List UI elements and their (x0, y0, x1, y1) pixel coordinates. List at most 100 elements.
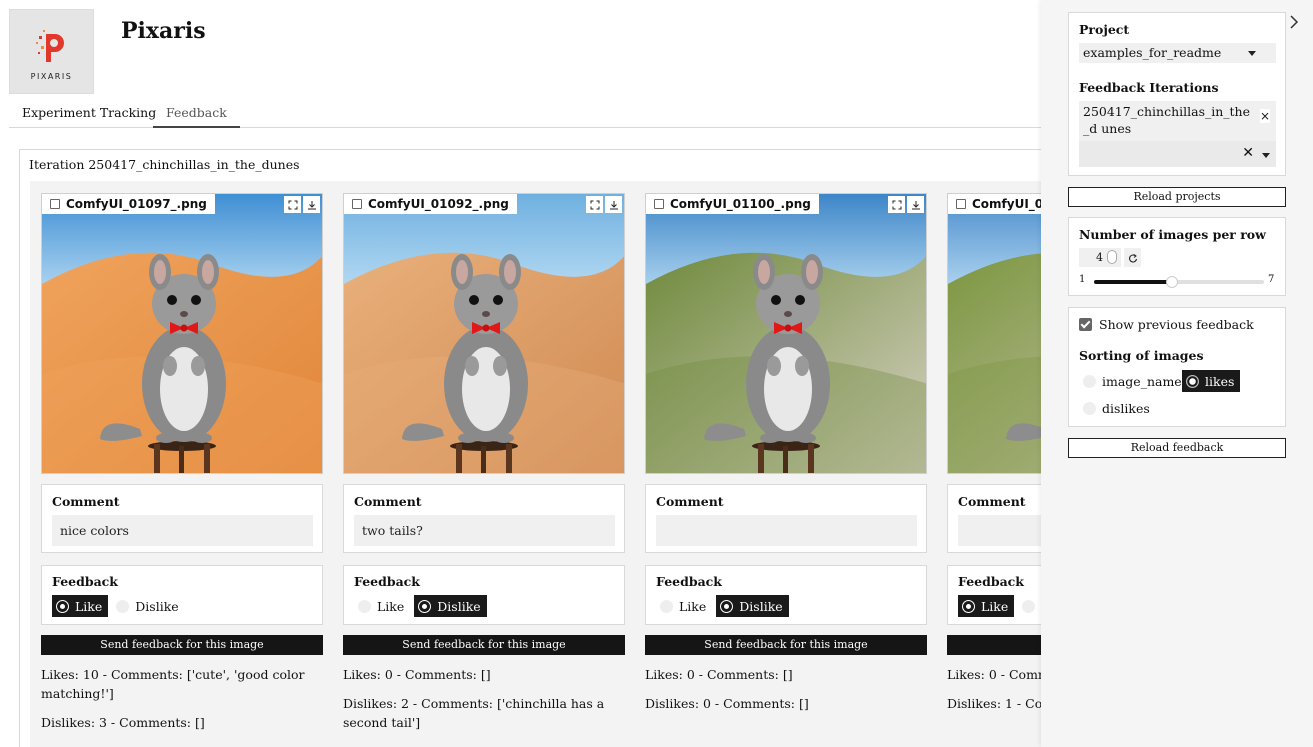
comment-label: Comment (656, 494, 724, 509)
display-options-box: Show previous feedback Sorting of images… (1068, 307, 1286, 427)
send-feedback-button[interactable]: Send feedback for this image (343, 635, 625, 655)
comment-input[interactable] (656, 515, 917, 546)
radio-icon (720, 599, 734, 613)
send-feedback-button[interactable]: Send feedback for this image (41, 635, 323, 655)
app-title: Pixaris (121, 18, 206, 44)
image-filename: ComfyUI_01100_.png (670, 197, 811, 211)
pixaris-logo-icon (36, 30, 64, 62)
likes-summary: Likes: 10 - Comments: ['cute', 'good col… (41, 667, 305, 701)
images-per-row-label: Number of images per row (1079, 227, 1266, 242)
feedback-label: Feedback (52, 574, 118, 589)
logo-text: PIXARIS (30, 72, 73, 81)
image-toolbar (586, 196, 622, 213)
image-icon (50, 199, 60, 209)
comment-label: Comment (958, 494, 1026, 509)
chinchilla-image (42, 194, 322, 473)
iterations-multiselect[interactable]: 250417_chinchillas_in_the_d unes × ✕ (1079, 101, 1276, 167)
slider-fill (1094, 280, 1173, 284)
images-per-row-slider[interactable] (1094, 276, 1264, 288)
send-feedback-button[interactable]: Send feedback for this image (645, 635, 927, 655)
radio-icon (358, 599, 371, 613)
like-radio[interactable]: Like (354, 595, 410, 617)
generated-image[interactable]: ComfyUI_01092_.png (343, 193, 625, 474)
dislike-radio[interactable]: Dislike (112, 595, 184, 617)
comment-label: Comment (354, 494, 422, 509)
tab-bar: Experiment Tracking Feedback (9, 104, 1041, 128)
dislike-label: Dislike (739, 598, 783, 614)
image-filename: ComfyUI_01092_.png (368, 197, 509, 211)
images-per-row-box: Number of images per row 4 1 7 (1068, 217, 1286, 296)
dislike-radio[interactable]: Dislike (716, 595, 789, 617)
show-previous-checkbox[interactable] (1079, 318, 1092, 331)
dislikes-summary: Dislikes: 2 - Comments: ['chinchilla has… (343, 696, 605, 730)
image-icon (654, 199, 664, 209)
sidebar: Project examples_for_readme Feedback Ite… (1041, 0, 1313, 747)
iteration-title: Iteration 250417_chinchillas_in_the_dune… (29, 157, 300, 172)
like-label: Like (75, 598, 103, 614)
sort-option-label: image_name (1102, 373, 1182, 389)
like-radio[interactable]: Like (52, 595, 109, 617)
download-icon[interactable] (303, 196, 320, 213)
image-filename-label: ComfyUI_01100_.png (646, 194, 819, 214)
generated-image[interactable]: ComfyUI_01100_.png (645, 193, 927, 474)
sort-option-image-name[interactable]: image_name (1079, 370, 1188, 392)
image-icon (956, 199, 966, 209)
feedback-label: Feedback (958, 574, 1024, 589)
radio-icon (56, 599, 69, 613)
chevron-down-icon (1248, 51, 1256, 56)
comment-input[interactable] (354, 515, 615, 546)
sort-option-label: dislikes (1102, 400, 1150, 416)
feedback-box: Feedback Like Dislike (41, 565, 323, 625)
project-label: Project (1079, 22, 1130, 37)
slider-min-label: 1 (1079, 274, 1086, 285)
feedback-label: Feedback (354, 574, 420, 589)
fullscreen-icon[interactable] (284, 196, 301, 213)
slider-thumb[interactable] (1166, 276, 1179, 288)
tab-feedback[interactable]: Feedback (153, 104, 240, 128)
comment-input[interactable] (52, 515, 313, 546)
download-icon[interactable] (907, 196, 924, 213)
download-icon[interactable] (605, 196, 622, 213)
feedback-box: Feedback Like Dislike (343, 565, 625, 625)
likes-summary: Likes: 0 - Comments: [] (645, 667, 793, 682)
comment-box: Comment (343, 484, 625, 553)
show-previous-label: Show previous feedback (1099, 317, 1254, 332)
chevron-down-icon (1262, 153, 1270, 158)
collapse-sidebar-icon[interactable] (1287, 12, 1301, 32)
like-radio[interactable]: Like (656, 595, 712, 617)
reload-feedback-button[interactable]: Reload feedback (1068, 438, 1286, 458)
project-box: Project examples_for_readme Feedback Ite… (1068, 12, 1286, 176)
sort-option-likes[interactable]: likes (1182, 370, 1241, 392)
feedback-box: Feedback Like Dislike (645, 565, 927, 625)
image-toolbar (888, 196, 924, 213)
radio-icon (1022, 599, 1036, 613)
dislikes-summary: Dislikes: 0 - Comments: [] (645, 696, 809, 711)
iteration-tag: 250417_chinchillas_in_the_d unes (1083, 104, 1250, 136)
remove-tag-icon[interactable]: × (1259, 109, 1270, 123)
radio-selected-icon (1186, 374, 1199, 388)
likes-summary: Likes: 0 - Comments: [] (343, 667, 491, 682)
stepper-icon[interactable] (1107, 250, 1117, 264)
feedback-radio-group: Like Dislike (354, 595, 487, 617)
image-filename-label: ComfyUI_01097_.png (42, 194, 215, 214)
image-filename: ComfyUI_01097_.png (66, 197, 207, 211)
like-radio[interactable]: Like (958, 595, 1015, 617)
comment-box: Comment (41, 484, 323, 553)
project-select[interactable]: examples_for_readme (1079, 43, 1276, 63)
image-toolbar (284, 196, 320, 213)
tab-experiment-tracking[interactable]: Experiment Tracking (9, 104, 169, 128)
fullscreen-icon[interactable] (888, 196, 905, 213)
reset-icon[interactable] (1124, 248, 1141, 267)
sort-option-dislikes[interactable]: dislikes (1079, 397, 1156, 419)
dislikes-summary: Dislikes: 3 - Comments: [] (41, 715, 205, 730)
fullscreen-icon[interactable] (586, 196, 603, 213)
reload-projects-button[interactable]: Reload projects (1068, 187, 1286, 207)
clear-all-icon[interactable]: ✕ (1242, 145, 1254, 161)
radio-icon (962, 599, 975, 613)
dislike-label: Dislike (437, 598, 481, 614)
generated-image[interactable]: ComfyUI_01097_.png (41, 193, 323, 474)
dislike-radio[interactable]: Dislike (414, 595, 487, 617)
like-label: Like (981, 598, 1009, 614)
like-label: Like (377, 598, 405, 614)
radio-icon (116, 599, 130, 613)
